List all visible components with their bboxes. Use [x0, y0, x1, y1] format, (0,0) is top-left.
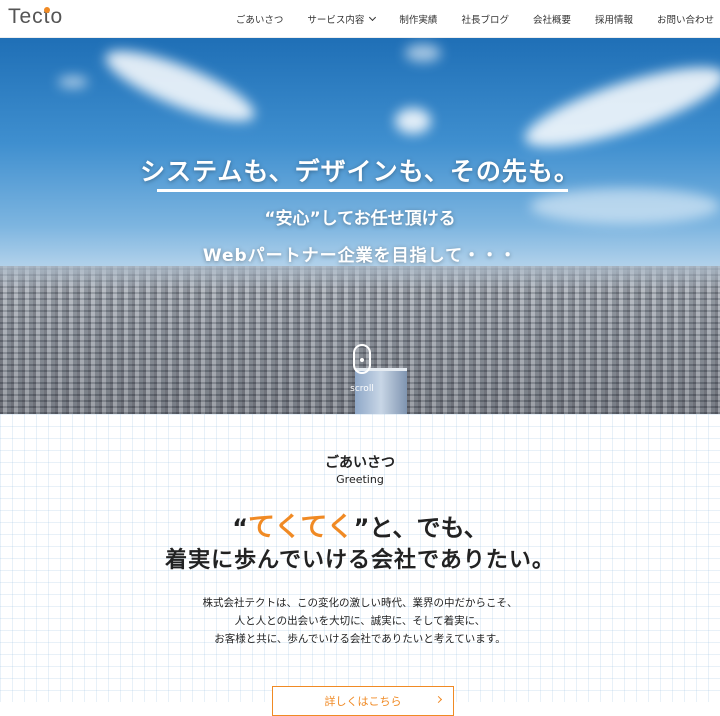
- cloud-decoration: [395, 108, 431, 134]
- nav-item-greeting[interactable]: ごあいさつ: [236, 12, 284, 26]
- scroll-label[interactable]: scroll: [340, 384, 384, 394]
- nav-item-company[interactable]: 会社概要: [533, 12, 571, 26]
- nav-label: 社長ブログ: [461, 15, 509, 26]
- site-logo[interactable]: Tecto: [8, 5, 63, 29]
- logo-dot-icon: [44, 7, 50, 13]
- catchphrase-line-2: 着実に歩んでいける会社でありたい。: [165, 548, 555, 573]
- hero-subtitle-2: Webパートナー企業を目指して・・・: [202, 246, 518, 266]
- catchphrase-rest: ”と、でも、: [353, 514, 488, 542]
- greeting-body: 株式会社テクトは、この変化の激しい時代、業界の中だからこそ、 人と人との出会いを…: [0, 594, 720, 648]
- section-heading-en: Greeting: [336, 473, 384, 486]
- cloud-decoration: [58, 76, 88, 88]
- body-line: 人と人との出会いを大切に、誠実に、そして着実に、: [234, 615, 486, 627]
- chevron-down-icon: [369, 13, 377, 22]
- nav-item-services[interactable]: サービス内容: [307, 12, 377, 26]
- hero-divider: [157, 189, 568, 192]
- catchphrase-line-1: “てくてく”と、でも、: [0, 505, 720, 544]
- logo-text: Tecto: [8, 5, 64, 28]
- nav-label: ごあいさつ: [235, 15, 284, 26]
- nav-label: 会社概要: [532, 15, 571, 26]
- body-line: お客様と共に、歩んでいける会社でありたいと考えています。: [214, 633, 506, 645]
- nav-label: サービス内容: [307, 15, 365, 26]
- read-more-button[interactable]: 詳しくはこちら: [272, 686, 454, 716]
- nav-label: お問い合わせ: [656, 15, 714, 26]
- catchphrase-accent: てくてく: [248, 512, 354, 543]
- site-header: Tecto ごあいさつ サービス内容 制作実績 社長ブログ 会社概要 採用情報 …: [0, 0, 720, 38]
- nav-item-blog[interactable]: 社長ブログ: [461, 12, 509, 26]
- body-line: 株式会社テクトは、この変化の激しい時代、業界の中だからこそ、: [202, 597, 518, 609]
- section-heading-ja: ごあいさつ: [325, 455, 395, 471]
- hero-title: システムも、デザインも、その先も。: [140, 157, 580, 186]
- nav-item-works[interactable]: 制作実績: [399, 12, 437, 26]
- global-nav: ごあいさつ サービス内容 制作実績 社長ブログ 会社概要 採用情報 お問い合わせ: [224, 0, 720, 38]
- greeting-section: ごあいさつ Greeting “てくてく”と、でも、 着実に歩んでいける会社であ…: [0, 414, 720, 716]
- nav-label: 採用情報: [594, 15, 633, 26]
- nav-label: 制作実績: [399, 15, 438, 26]
- mouse-scroll-icon[interactable]: [353, 344, 371, 374]
- cloud-decoration: [405, 44, 441, 62]
- nav-item-contact[interactable]: お問い合わせ: [657, 12, 714, 26]
- hero-section: システムも、デザインも、その先も。 “安心”してお任せ頂ける Webパートナー企…: [0, 38, 720, 414]
- read-more-label: 詳しくはこちら: [324, 695, 402, 708]
- hero-subtitle-1: “安心”してお任せ頂ける: [264, 209, 456, 229]
- cloud-decoration: [517, 51, 720, 163]
- nav-item-recruit[interactable]: 採用情報: [595, 12, 633, 26]
- quote-open: “: [232, 514, 249, 542]
- cloud-decoration: [98, 38, 262, 135]
